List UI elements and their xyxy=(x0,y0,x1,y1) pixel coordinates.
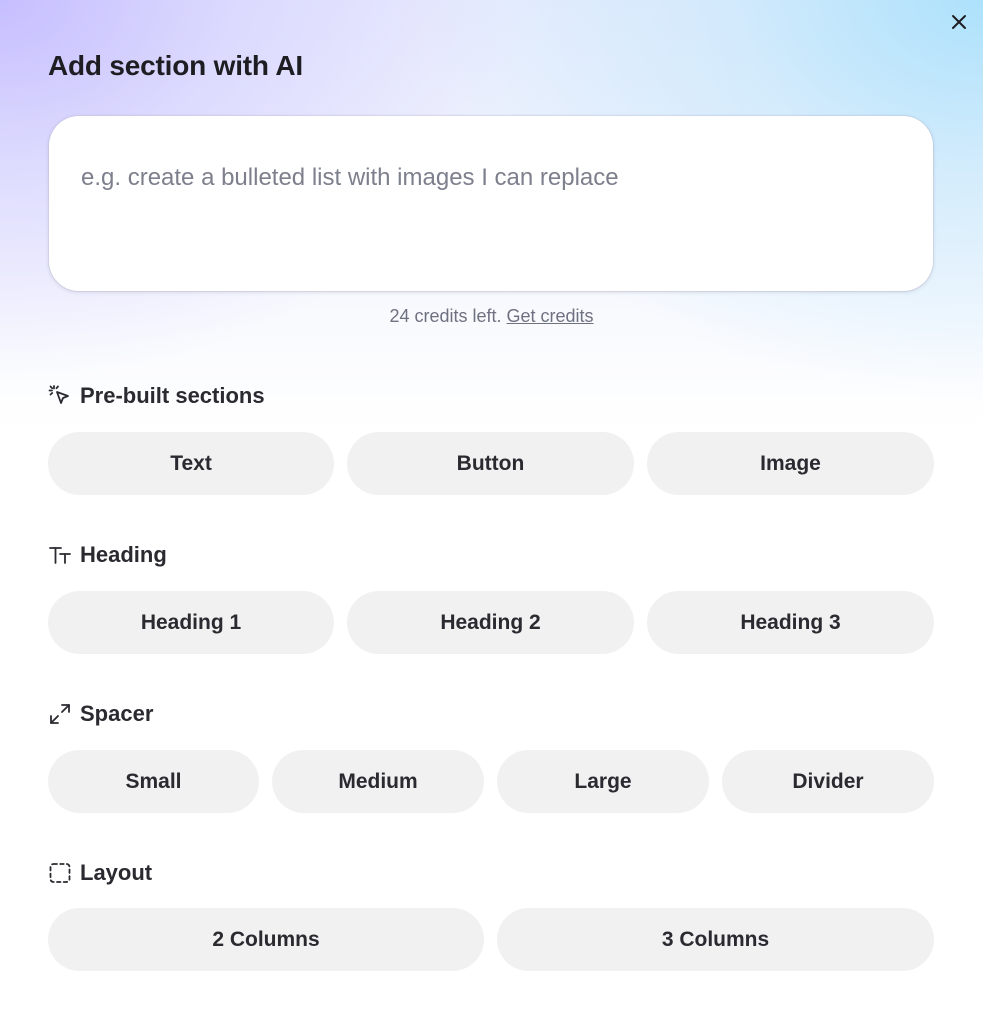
spacer-section-heading: Spacer xyxy=(48,701,153,727)
divider-button[interactable]: Divider xyxy=(722,750,934,813)
heading-1-label: Heading 1 xyxy=(140,610,242,634)
close-icon xyxy=(952,15,966,29)
dashed-square-icon xyxy=(48,861,72,885)
heading-2-label: Heading 2 xyxy=(440,610,541,634)
prompt-input[interactable] xyxy=(81,164,901,264)
medium-spacer-label: Medium xyxy=(338,769,418,793)
medium-spacer-button[interactable]: Medium xyxy=(272,750,484,813)
add-section-dialog: Add section with AI 24 credits left. Get… xyxy=(0,0,983,1024)
button-section-button[interactable]: Button xyxy=(347,432,634,495)
prebuilt-sections-heading: Pre-built sections xyxy=(48,383,265,409)
large-spacer-button[interactable]: Large xyxy=(497,750,709,813)
prompt-box[interactable] xyxy=(49,116,933,291)
dialog-title: Add section with AI xyxy=(48,50,303,81)
two-columns-label: 2 Columns xyxy=(212,927,320,951)
small-spacer-button[interactable]: Small xyxy=(48,750,259,813)
heading-3-label: Heading 3 xyxy=(740,610,841,634)
spacer-label: Spacer xyxy=(80,701,154,726)
small-spacer-label: Small xyxy=(125,769,182,793)
layout-section-heading: Layout xyxy=(48,860,152,886)
credits-info: 24 credits left. Get credits xyxy=(0,306,983,327)
credits-count: 24 credits left. xyxy=(389,306,502,326)
text-section-label: Text xyxy=(170,451,212,475)
image-section-label: Image xyxy=(760,451,821,475)
large-spacer-label: Large xyxy=(574,769,632,793)
divider-label: Divider xyxy=(792,769,864,793)
sparkle-cursor-icon xyxy=(48,384,72,408)
button-section-label: Button xyxy=(456,451,525,475)
prebuilt-sections-label: Pre-built sections xyxy=(80,383,265,408)
layout-label: Layout xyxy=(80,860,153,885)
three-columns-label: 3 Columns xyxy=(661,927,770,951)
two-columns-button[interactable]: 2 Columns xyxy=(48,908,484,971)
heading-2-button[interactable]: Heading 2 xyxy=(347,591,634,654)
close-button[interactable] xyxy=(947,10,971,34)
image-section-button[interactable]: Image xyxy=(647,432,934,495)
heading-label: Heading xyxy=(80,542,167,567)
heading-section-heading: Heading xyxy=(48,542,167,568)
text-section-button[interactable]: Text xyxy=(48,432,334,495)
expand-arrows-icon xyxy=(48,702,72,726)
get-credits-link[interactable]: Get credits xyxy=(507,306,594,326)
heading-3-button[interactable]: Heading 3 xyxy=(647,591,934,654)
text-size-icon xyxy=(48,543,72,567)
three-columns-button[interactable]: 3 Columns xyxy=(497,908,934,971)
heading-1-button[interactable]: Heading 1 xyxy=(48,591,334,654)
